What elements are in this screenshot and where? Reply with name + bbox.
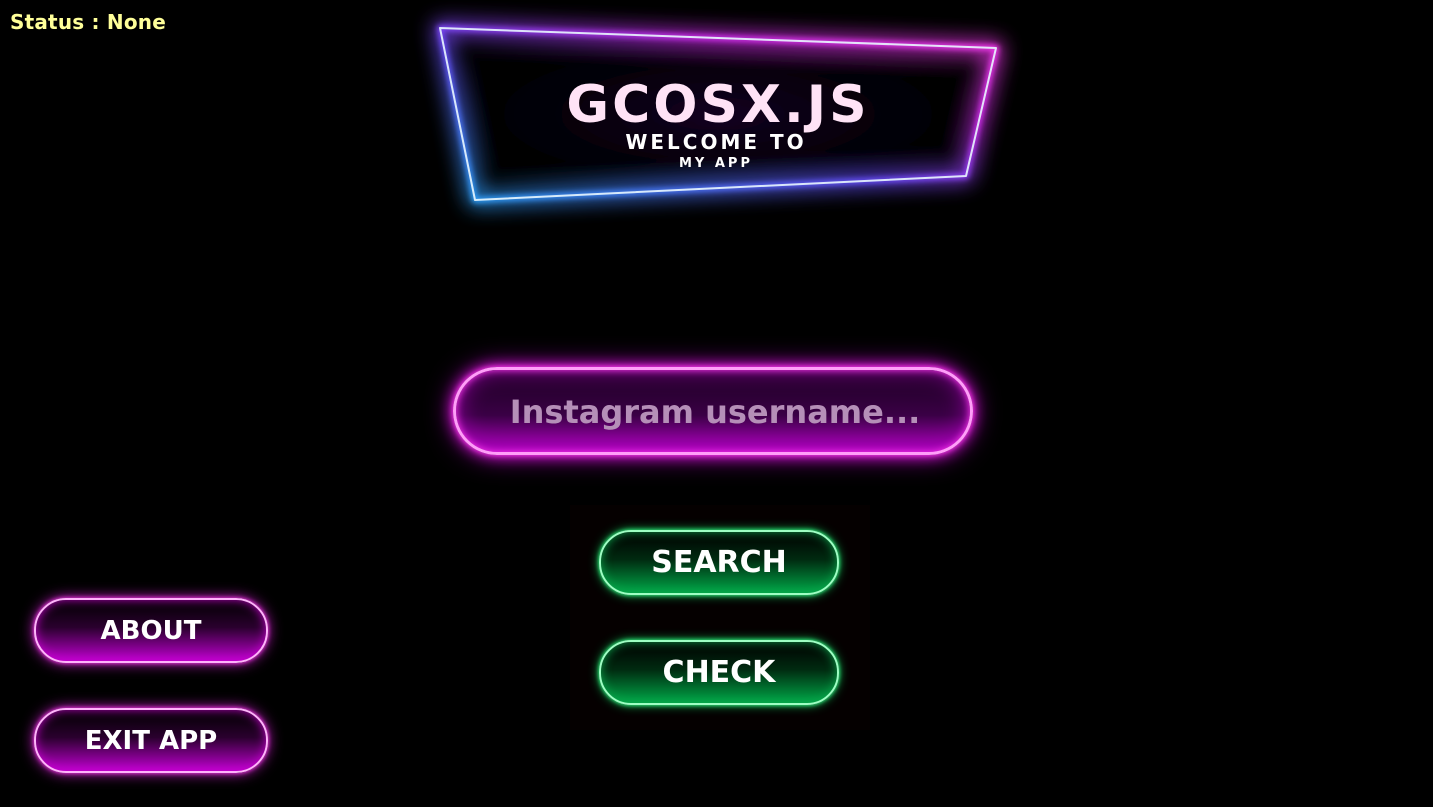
check-button[interactable]: CHECK — [599, 640, 839, 705]
status-label: Status : None — [10, 10, 166, 34]
banner-subtitle: WELCOME TO — [625, 130, 806, 154]
about-button-label: ABOUT — [100, 615, 202, 646]
username-input[interactable] — [456, 370, 974, 454]
about-button[interactable]: ABOUT — [34, 598, 268, 663]
neon-frame: GCOSX.JS WELCOME TO MY APP — [433, 21, 1003, 207]
banner-subtitle-2: MY APP — [679, 156, 753, 171]
check-button-label: CHECK — [662, 655, 776, 690]
search-button[interactable]: SEARCH — [599, 530, 839, 595]
exit-app-button[interactable]: EXIT APP — [34, 708, 268, 773]
exit-app-button-label: EXIT APP — [84, 725, 218, 756]
username-input-wrapper — [453, 367, 974, 455]
welcome-banner: GCOSX.JS WELCOME TO MY APP — [420, 10, 1020, 220]
banner-title: GCOSX.JS — [566, 75, 869, 135]
search-button-label: SEARCH — [651, 545, 787, 580]
